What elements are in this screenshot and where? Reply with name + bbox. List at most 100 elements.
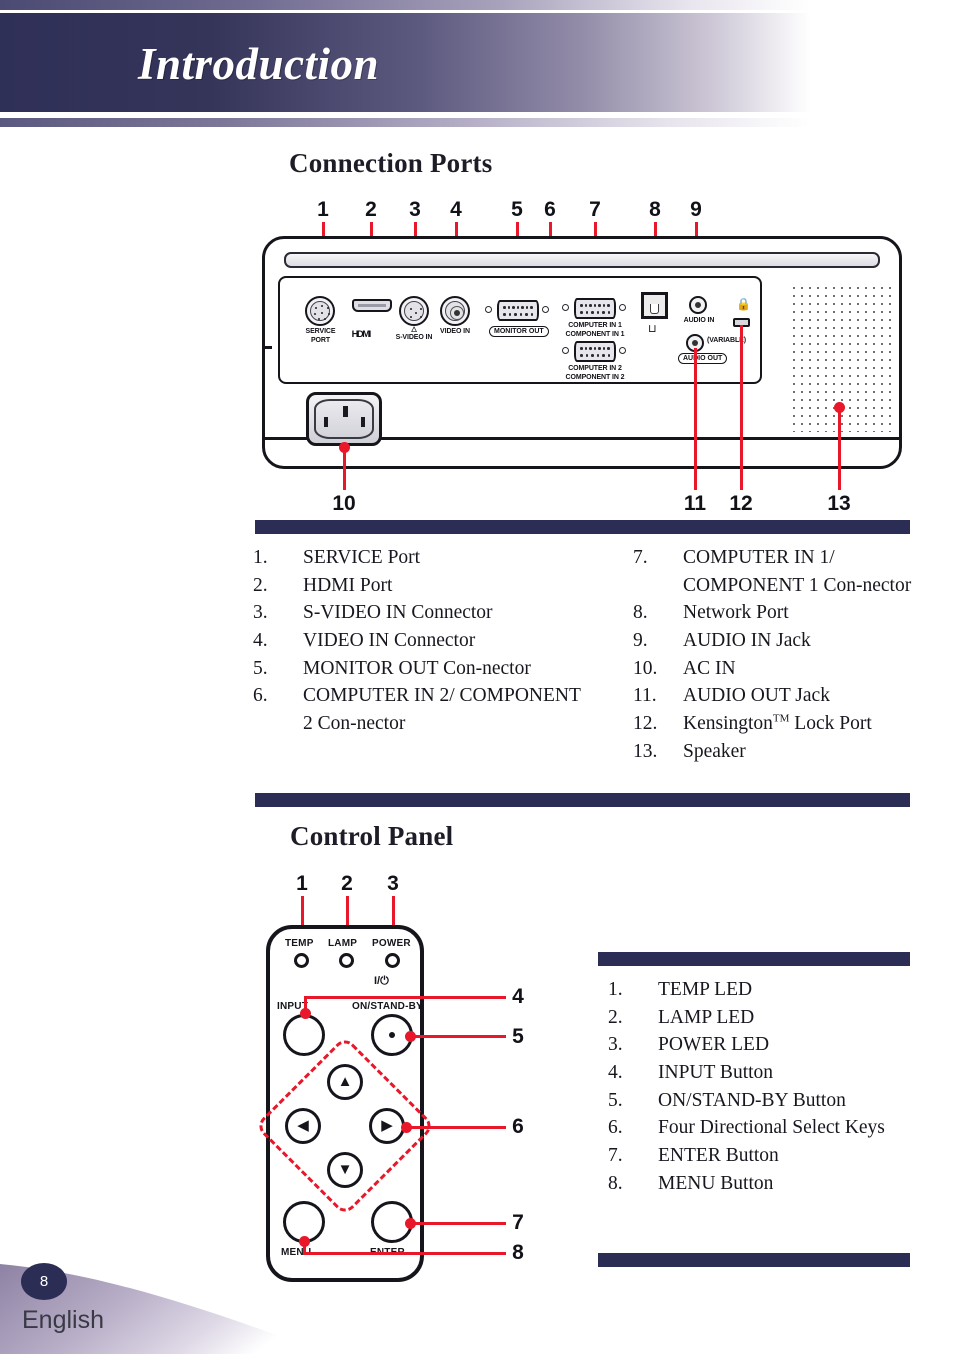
direction-up-button[interactable]: ▲ bbox=[327, 1064, 363, 1100]
leader-dot-13 bbox=[834, 402, 845, 413]
header-bottom-accent-bar bbox=[0, 118, 810, 127]
computer-in-1-screw-right bbox=[619, 304, 626, 311]
list-item-label: COMPUTER IN 1/ COMPONENT 1 Con-nector bbox=[683, 547, 912, 596]
list-item: 6. COMPUTER IN 2/ COMPONENT 2 Con-nector bbox=[253, 682, 583, 737]
monitor-out-label: MONITOR OUT bbox=[489, 326, 549, 337]
monitor-out-connector bbox=[497, 300, 539, 321]
service-port-connector bbox=[305, 296, 335, 326]
audio-in-label: AUDIO IN bbox=[683, 317, 715, 324]
list-item-number: 2. bbox=[608, 1006, 623, 1028]
list-item-label: ON/STAND-BY Button bbox=[658, 1089, 846, 1111]
list-item-number: 10. bbox=[633, 657, 658, 679]
header-top-accent-bar bbox=[0, 0, 810, 10]
cp-callout-number-8: 8 bbox=[512, 1241, 524, 1264]
callout-number-8: 8 bbox=[649, 198, 661, 221]
control-panel-list: 1. TEMP LED 2. LAMP LED 3. POWER LED 4. INPU… bbox=[608, 976, 908, 1198]
direction-left-button[interactable]: ◀ bbox=[285, 1108, 321, 1144]
list-item: 1. SERVICE Port bbox=[253, 544, 583, 572]
direction-right-button[interactable]: ▶ bbox=[369, 1108, 405, 1144]
cp-leader-line-5 bbox=[410, 1035, 506, 1038]
direction-down-button[interactable]: ▼ bbox=[327, 1152, 363, 1188]
cp-leader-line-8 bbox=[303, 1252, 506, 1255]
computer-in-1-label: COMPUTER IN 1 COMPONENT IN 1 bbox=[565, 322, 625, 338]
hdmi-logo-label: HDMI bbox=[351, 329, 372, 339]
monitor-out-screw-right bbox=[542, 306, 549, 313]
computer-in-2-connector bbox=[574, 341, 616, 362]
list-item-label: VIDEO IN Connector bbox=[303, 630, 476, 652]
temp-led-label: TEMP bbox=[285, 938, 314, 949]
list-item-label: MENU Button bbox=[658, 1172, 774, 1194]
leader-line-11 bbox=[694, 348, 697, 490]
leader-line-10 bbox=[343, 446, 346, 490]
callout-number-2: 2 bbox=[365, 198, 377, 221]
list-item: 2. LAMP LED bbox=[608, 1004, 908, 1032]
callout-number-12: 12 bbox=[729, 492, 753, 515]
list-item: 8. MENU Button bbox=[608, 1170, 908, 1198]
list-item-number: 12. bbox=[633, 713, 658, 735]
callout-number-1: 1 bbox=[317, 198, 329, 221]
header-band bbox=[0, 13, 810, 112]
list-item: 4. VIDEO IN Connector bbox=[253, 627, 583, 655]
network-icon: ⊔ bbox=[648, 323, 657, 335]
list-item: 6. Four Directional Select Keys bbox=[608, 1114, 908, 1142]
cp-leader-dot-7 bbox=[405, 1218, 416, 1229]
callout-number-3: 3 bbox=[409, 198, 421, 221]
list-item: 1. TEMP LED bbox=[608, 976, 908, 1004]
list-item-number: 5. bbox=[253, 657, 268, 679]
language-label: English bbox=[22, 1306, 104, 1334]
chevron-right-icon: ▶ bbox=[381, 1117, 393, 1134]
cp-leader-line-7 bbox=[410, 1222, 506, 1225]
projector-left-notch bbox=[262, 346, 272, 349]
control-panel-list-top-bar bbox=[598, 952, 910, 966]
list-item-number: 2. bbox=[253, 574, 268, 596]
list-item: 13. Speaker bbox=[633, 738, 923, 766]
list-item-label: LAMP LED bbox=[658, 1006, 755, 1028]
list-item-label: Network Port bbox=[683, 602, 789, 624]
callout-number-4: 4 bbox=[450, 198, 462, 221]
temp-led-indicator bbox=[294, 953, 309, 968]
audio-out-label: AUDIO OUT bbox=[678, 353, 728, 364]
list-item-label: AC IN bbox=[683, 657, 736, 679]
leader-line-13 bbox=[838, 406, 841, 490]
list-item-label: AUDIO OUT Jack bbox=[683, 685, 830, 707]
connection-ports-heading: Connection Ports bbox=[289, 148, 493, 178]
page-number-badge: 8 bbox=[21, 1263, 67, 1300]
cp-callout-number-6: 6 bbox=[512, 1115, 524, 1138]
cp-callout-number-3: 3 bbox=[387, 872, 399, 895]
list-item-number: 4. bbox=[253, 630, 268, 652]
computer-in-2-screw-left bbox=[562, 347, 569, 354]
list-item: 9. AUDIO IN Jack bbox=[633, 627, 923, 655]
list-item-label: AUDIO IN Jack bbox=[683, 630, 811, 652]
list-item-number: 1. bbox=[253, 547, 268, 568]
chevron-left-icon: ◀ bbox=[297, 1117, 309, 1134]
list-item-label: HDMI Port bbox=[303, 574, 393, 596]
lamp-led-label: LAMP bbox=[328, 938, 358, 949]
list-item-label: SERVICE Port bbox=[303, 547, 421, 568]
list-item-number: 4. bbox=[608, 1062, 623, 1084]
list-item: 2. HDMI Port bbox=[253, 572, 583, 600]
chevron-up-icon: ▲ bbox=[337, 1073, 353, 1090]
cp-leader-line-4 bbox=[304, 996, 506, 999]
list-item-number: 3. bbox=[608, 1034, 623, 1056]
list-item-number: 1. bbox=[608, 979, 623, 1000]
list-item-label: MONITOR OUT Con-nector bbox=[303, 657, 531, 679]
list-item: 3. POWER LED bbox=[608, 1031, 908, 1059]
cp-leader-line-6 bbox=[406, 1126, 506, 1129]
input-button[interactable] bbox=[283, 1014, 325, 1056]
chevron-down-icon: ▼ bbox=[337, 1161, 353, 1178]
computer-in-1-screw-left bbox=[562, 304, 569, 311]
leader-line-12 bbox=[740, 325, 743, 490]
hdmi-port-connector bbox=[352, 299, 392, 312]
video-in-label: VIDEO IN bbox=[440, 328, 470, 335]
callout-number-11: 11 bbox=[683, 492, 707, 515]
cp-callout-number-5: 5 bbox=[512, 1025, 524, 1048]
cp-callout-number-1: 1 bbox=[296, 872, 308, 895]
control-panel-heading: Control Panel bbox=[290, 821, 454, 851]
list-item-number: 9. bbox=[633, 630, 648, 652]
callout-number-7: 7 bbox=[589, 198, 601, 221]
cp-leader-dot-6 bbox=[401, 1122, 412, 1133]
callout-number-5: 5 bbox=[511, 198, 523, 221]
video-in-connector bbox=[440, 296, 470, 326]
network-port-connector bbox=[641, 292, 668, 319]
ports-list-right-column: 7. COMPUTER IN 1/ COMPONENT 1 Con-nector … bbox=[633, 544, 923, 766]
